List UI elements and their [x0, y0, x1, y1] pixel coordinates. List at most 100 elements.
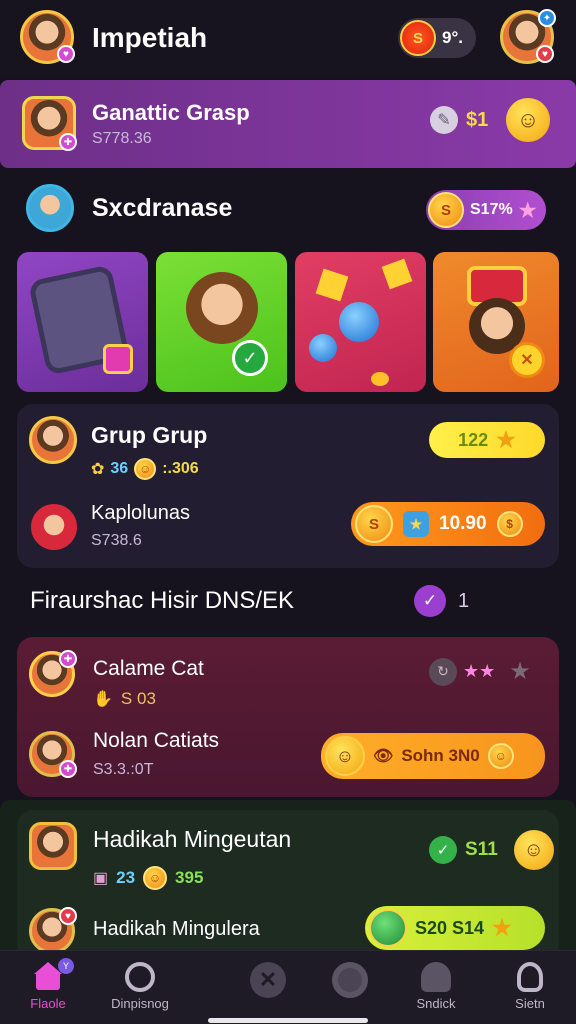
section2-title: Firaurshac Hisir DNS/EK [30, 587, 295, 614]
eye-icon: 👁 [373, 748, 394, 765]
section2-count: 1 [458, 590, 470, 612]
nav-search-label: Dinpisnog [111, 996, 169, 1011]
nav-user[interactable]: Sietn [490, 962, 570, 1011]
hadikah-value-pill[interactable]: S20 S14 ★ [365, 906, 545, 950]
coin-icon-3 [371, 372, 389, 386]
user-icon [517, 962, 543, 992]
game-tile-character[interactable]: ✓ [156, 252, 287, 392]
home-icon: Y [32, 958, 74, 992]
banner-avatar: ✚ [22, 96, 77, 151]
money-icon [369, 909, 407, 947]
smile-coin-icon-2: ☺ [143, 866, 168, 890]
game-tile-phone[interactable] [17, 252, 148, 392]
chat-icon [332, 962, 368, 998]
smile-icon: ☺ [487, 743, 514, 769]
character-icon [186, 272, 258, 344]
ball-icon [339, 302, 379, 342]
member-name: Kaplolunas [91, 502, 190, 524]
star-filled-icon: ★★ [463, 661, 496, 681]
nolan-subtitle: S3.3.:0T [93, 761, 154, 778]
featured-banner[interactable]: ✚ Ganattic Grasp S778.36 ✎ $1 ☺ [0, 80, 576, 168]
section-avatar [26, 184, 74, 232]
smile-coin-icon: ☺ [134, 458, 157, 480]
hand-icon: ✋ [93, 691, 113, 708]
edit-icon[interactable]: ✎ [430, 106, 458, 134]
member-subtitle: S738.6 [91, 532, 142, 549]
header-coin-pill[interactable]: S 9°. [398, 18, 476, 58]
group-avatar [29, 416, 77, 464]
profile-avatar[interactable]: ✦ ♥ [500, 9, 556, 64]
smiley-mascot-icon[interactable]: ☺ [506, 98, 550, 142]
group-stat-1: 36 [110, 460, 129, 477]
section-coin-pill[interactable]: S S17% ★ [426, 190, 546, 230]
rating-stars: ↻ ★★ ★ [429, 657, 531, 686]
hadikah-inner-card: Hadikah Mingeutan ▣ 23 ☺ 395 ✓ S11 ☺ ♥ H… [17, 810, 559, 960]
hadikah-badge-icon: ♥ [59, 907, 77, 925]
settings-badge-icon: ✦ [538, 9, 556, 27]
profile-icon [421, 962, 451, 992]
ball-icon-2 [309, 334, 337, 362]
member-value: 10.90 [439, 513, 487, 534]
nav-profile-label: Sndick [416, 996, 456, 1011]
banner-subtitle: S778.36 [92, 130, 152, 147]
group-card: Grup Grup ✿ 36 ☺ :.306 122 ★ Kaplolunas … [17, 404, 559, 568]
box-icon: ▣ [93, 870, 109, 887]
cat-avatar: ✚ [29, 650, 77, 697]
coin-small-icon: $ [496, 511, 523, 537]
mascot-icon: ☺ [325, 736, 365, 776]
check-circle-icon: ✓ [414, 585, 446, 617]
section-title: Sxcdranase [92, 194, 233, 222]
nolan-value-pill[interactable]: ☺ 👁 Sohn 3N0 ☺ [321, 733, 545, 779]
group-score: 122 [458, 429, 489, 450]
nav-search[interactable]: Dinpisnog [100, 962, 180, 1011]
nolan-badge-icon: ✚ [59, 760, 77, 778]
challenge-card: ✚ Calame Cat ✋ S 03 ↻ ★★ ★ ✚ Nolan Catia… [17, 637, 559, 797]
nav-home[interactable]: Y Flaole [8, 958, 88, 1011]
hadikah-avatar-2: ♥ [29, 907, 77, 954]
group-stat-2: :.306 [162, 460, 199, 477]
phone-badge-icon [103, 344, 133, 374]
close-icon: ✕ [250, 962, 286, 998]
nav-chat[interactable] [310, 962, 390, 998]
section-pill-value: S17% [470, 201, 513, 218]
hadikah-reward: ✓ S11 ☺ [429, 830, 554, 870]
hadikah-reward-value: S11 [465, 839, 498, 860]
nolan-avatar: ✚ [29, 731, 77, 778]
coin-icon: S [400, 20, 436, 56]
home-badge-icon: Y [58, 958, 74, 974]
gift-small-icon: ✿ [91, 461, 105, 478]
group-stats: ✿ 36 ☺ :.306 [91, 458, 199, 480]
member-value-pill[interactable]: S ★ 10.90 $ [351, 502, 545, 546]
check-icon: ✓ [232, 340, 268, 376]
member-coin-icon: S [355, 505, 393, 543]
heart-badge-icon: ♥ [536, 45, 554, 63]
nav-close[interactable]: ✕ [228, 962, 308, 998]
cube-icon-2 [381, 258, 413, 290]
group-score-pill[interactable]: 122 ★ [429, 422, 545, 458]
x-badge-icon: ✕ [509, 342, 545, 378]
user-avatar[interactable]: ♥ [20, 10, 75, 64]
hadikah-avatar [29, 822, 77, 870]
cat-stats: ✋ S 03 [93, 689, 156, 709]
game-tile-gift[interactable]: ✕ [433, 252, 559, 392]
nav-home-label: Flaole [30, 996, 66, 1011]
hadikah-stat-1: 23 [116, 868, 136, 887]
nav-profile[interactable]: Sndick [396, 962, 476, 1011]
star-icon-2: ★ [496, 427, 516, 452]
section-coin-icon: S [428, 192, 464, 228]
banner-badge-icon: ✚ [59, 133, 77, 151]
cat-stat: S 03 [120, 689, 156, 708]
star-empty-icon: ★ [509, 658, 531, 685]
game-tile-puzzle[interactable] [295, 252, 426, 392]
shield-icon: ★ [403, 511, 429, 537]
avatar-badge-icon: ♥ [57, 45, 75, 63]
cube-icon [315, 268, 349, 302]
banner-value: $1 [466, 109, 489, 131]
nolan-title: Nolan Catiats [93, 729, 220, 752]
link-icon[interactable]: ↻ [429, 657, 457, 686]
star-icon-3: ★ [492, 915, 512, 940]
hadikah-title-2: Hadikah Mingulera [93, 918, 260, 940]
header-coin-value: 9°. [442, 28, 463, 47]
member-avatar [31, 504, 77, 550]
nav-user-label: Sietn [515, 996, 545, 1011]
